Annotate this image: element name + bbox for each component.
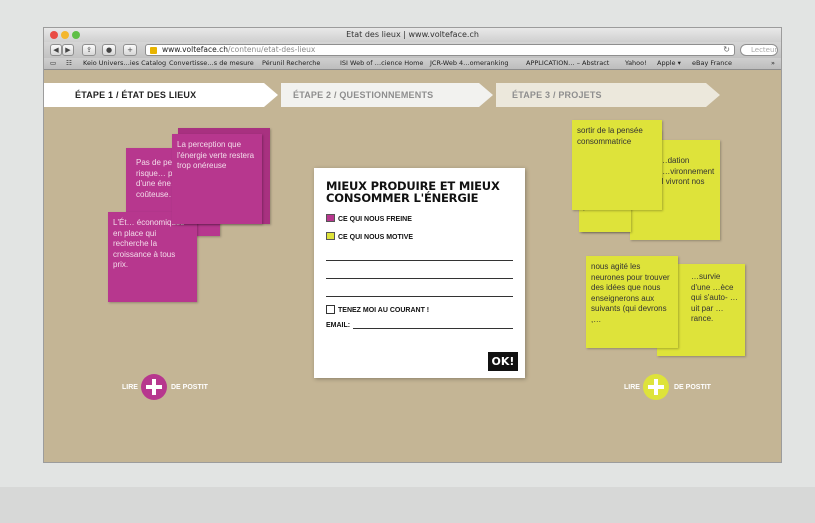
postit-pink[interactable]: L'Ét… économiques en place qui recherche… [108,212,197,302]
pink-swatch [326,214,335,222]
bookmark-item[interactable]: Yahoo! [625,58,647,69]
bookmark-item[interactable]: Apple ▾ [657,58,681,69]
title-bar: Etat des lieux | www.volteface.ch [44,28,781,42]
forward-icon[interactable]: ▶ [62,44,74,56]
de-postit-label: DE POSTIT [674,384,711,391]
bookmark-item[interactable]: Pérunil Recherche [262,58,320,69]
step-2-tab[interactable]: ÉTAPE 2 / QUESTIONNEMENTS [281,83,493,107]
bookmark-item[interactable]: Keio Univers…ies Catalog [83,58,166,69]
bookmarks-bar: ▭ ☷ Keio Univers…ies Catalog Convertisse… [44,58,781,70]
add-pink-postit-plus-icon[interactable] [141,374,167,400]
add-bookmark-icon[interactable]: + [123,44,137,56]
url-path: /contenu/etat-des-lieux [228,45,316,54]
bookmark-item[interactable]: JCR-Web 4…omeranking [430,58,509,69]
bookmark-item[interactable]: Convertisse…s de mesure [169,58,254,69]
step-1-tab[interactable]: ÉTAPE 1 / ÉTAT DES LIEUX [44,83,278,107]
more-bookmarks-icon[interactable]: » [771,58,775,69]
reading-list-icon[interactable]: ▭ [50,58,56,69]
newsletter-checkbox[interactable]: TENEZ MOI AU COURANT ! [326,305,429,314]
lire-label: LIRE [122,384,138,391]
checkbox-label: TENEZ MOI AU COURANT ! [338,307,430,314]
email-field[interactable] [353,328,513,329]
add-yellow-postit-plus-icon[interactable] [643,374,669,400]
bookmark-item[interactable]: eBay France [692,58,732,69]
desktop-bottom-band [0,487,815,523]
step-3-tab[interactable]: ÉTAPE 3 / PROJETS [496,83,720,107]
postit-pink[interactable]: La perception que l'énergie verte rester… [172,134,262,224]
bookmark-item[interactable]: ISI Web of …cience Home [340,58,423,69]
yellow-swatch [326,232,335,240]
checkbox-box[interactable] [326,305,335,314]
site-favicon-icon [150,47,157,54]
bookmark-item[interactable]: APPLICATION… – Abstract [526,58,609,69]
legend-freine-label: CE QUI NOUS FREINE [338,216,412,223]
show-all-bookmarks-icon[interactable]: ☷ [66,58,72,69]
settings-icon[interactable]: ● [102,44,116,56]
search-field[interactable]: Lecteur [740,44,778,56]
email-label: EMAIL: [326,322,351,329]
legend-freine: CE QUI NOUS FREINE [326,214,412,224]
back-icon[interactable]: ◀ [50,44,62,56]
text-input-line-2[interactable] [326,278,513,279]
browser-window: Etat des lieux | www.volteface.ch ◀ ▶ ⇪ … [44,28,781,462]
ok-button[interactable]: OK! [488,352,518,371]
lire-label: LIRE [624,384,640,391]
window-title: Etat des lieux | www.volteface.ch [346,30,479,39]
reload-icon[interactable]: ↻ [723,45,730,55]
postit-yellow[interactable]: sortir de la pensée consommatrice [572,120,662,210]
postit-yellow[interactable]: nous agité les neurones pour trouver des… [586,256,678,348]
browser-toolbar: ◀ ▶ ⇪ ● + www.volteface.ch/contenu/etat-… [44,42,781,58]
share-icon[interactable]: ⇪ [82,44,96,56]
legend-motive-label: CE QUI NOUS MOTIVE [338,234,414,241]
postit-form-card: MIEUX PRODUIRE ET MIEUX CONSOMMER L'ÉNER… [314,168,525,378]
url-host: www.volteface.ch [162,45,228,54]
de-postit-label: DE POSTIT [171,384,208,391]
card-title: MIEUX PRODUIRE ET MIEUX CONSOMMER L'ÉNER… [326,179,500,205]
steps-nav: ÉTAPE 1 / ÉTAT DES LIEUX ÉTAPE 2 / QUEST… [44,71,781,109]
text-input-line-1[interactable] [326,260,513,261]
text-input-line-3[interactable] [326,296,513,297]
address-bar[interactable]: www.volteface.ch/contenu/etat-des-lieux … [145,44,735,56]
legend-motive: CE QUI NOUS MOTIVE [326,232,413,242]
